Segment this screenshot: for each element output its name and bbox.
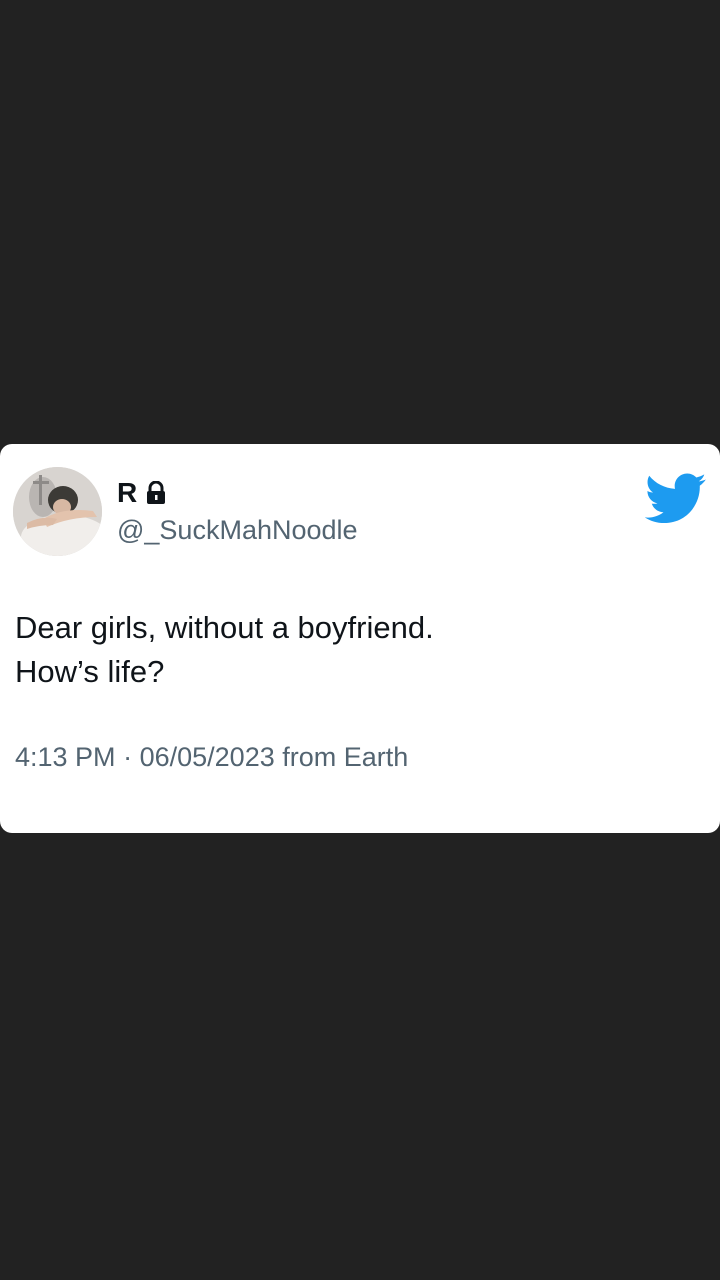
lock-icon bbox=[145, 481, 167, 505]
tweet-card: R @_SuckMahNoodle Dear girls, without a … bbox=[0, 444, 720, 833]
tweet-text-line: How’s life? bbox=[15, 654, 165, 689]
author-handle[interactable]: @_SuckMahNoodle bbox=[117, 513, 358, 547]
avatar[interactable] bbox=[13, 467, 102, 556]
tweet-time[interactable]: 4:13 PM bbox=[15, 742, 116, 772]
meta-separator: · bbox=[123, 742, 133, 772]
tweet-source: from Earth bbox=[282, 742, 409, 772]
twitter-bird-icon bbox=[644, 473, 707, 525]
author-display-name[interactable]: R bbox=[117, 477, 137, 509]
author-name-row: R bbox=[117, 477, 167, 509]
tweet-text: Dear girls, without a boyfriend. How’s l… bbox=[15, 606, 705, 694]
tweet-metadata: 4:13 PM · 06/05/2023 from Earth bbox=[15, 740, 408, 774]
tweet-date[interactable]: 06/05/2023 bbox=[140, 742, 275, 772]
tweet-text-line: Dear girls, without a boyfriend. bbox=[15, 610, 434, 645]
screen-background: R @_SuckMahNoodle Dear girls, without a … bbox=[0, 0, 720, 1280]
